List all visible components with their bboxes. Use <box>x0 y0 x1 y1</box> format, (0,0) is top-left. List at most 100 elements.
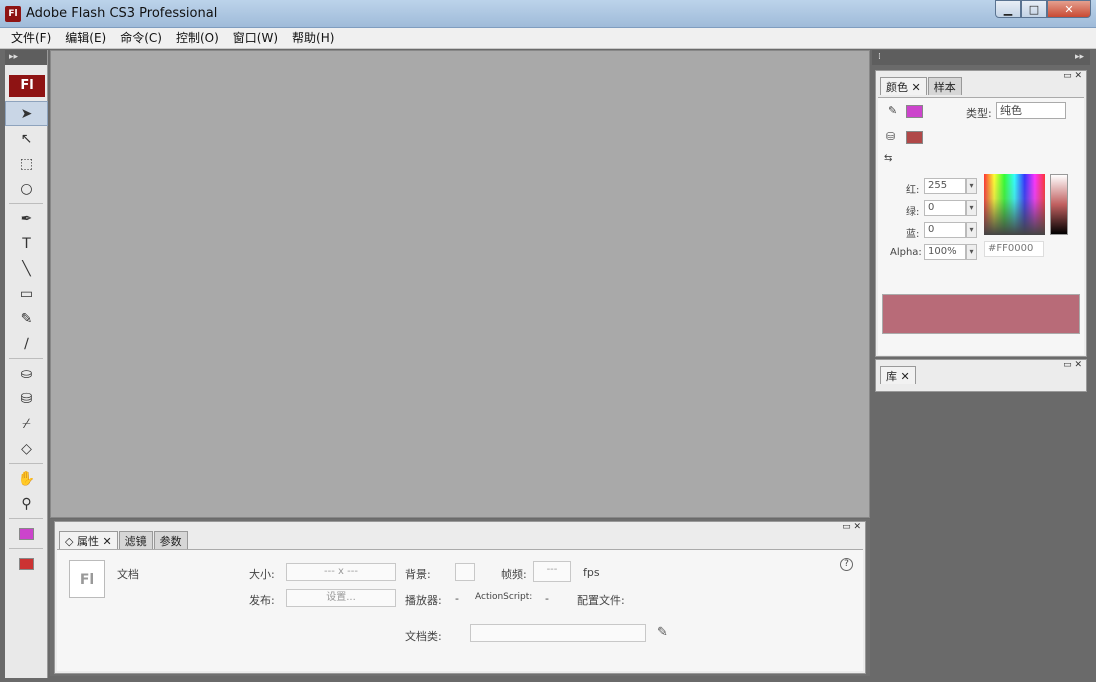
publish-label: 发布: <box>249 594 275 607</box>
background-label: 背景: <box>405 568 431 581</box>
properties-tabs: ◇ 属性 ✕ 滤镜 参数 <box>59 531 865 549</box>
menu-window[interactable]: 窗口(W) <box>226 28 285 49</box>
brightness-slider[interactable] <box>1050 174 1068 235</box>
stroke-color-box[interactable] <box>906 105 923 118</box>
rectangle-tool-icon[interactable]: ▭ <box>5 281 48 306</box>
tool-divider <box>9 358 43 359</box>
settings-button[interactable]: 设置... <box>286 589 396 607</box>
alpha-input[interactable]: 100% <box>924 244 966 260</box>
stroke-pencil-icon: ✎ <box>888 104 898 117</box>
tool-divider <box>9 203 43 204</box>
red-input[interactable]: 255 <box>924 178 966 194</box>
stroke-color-chip <box>19 527 34 540</box>
text-tool-icon[interactable]: T <box>5 231 48 256</box>
color-panel-controls[interactable]: ▭ ✕ <box>1063 71 1082 81</box>
tab-filters[interactable]: 滤镜 <box>118 531 153 549</box>
green-label: 绿: <box>906 207 920 218</box>
close-button[interactable]: ✕ <box>1047 0 1091 18</box>
pencil-tool-icon[interactable]: ✎ <box>5 306 48 331</box>
background-color-swatch[interactable] <box>455 563 475 581</box>
menu-bar: 文件(F) 编辑(E) 命令(C) 控制(O) 窗口(W) 帮助(H) <box>0 28 1096 49</box>
tab-color[interactable]: 颜色 ✕ <box>880 77 927 95</box>
stage-area[interactable] <box>50 50 870 518</box>
menu-control[interactable]: 控制(O) <box>169 28 226 49</box>
size-label: 大小: <box>249 568 275 581</box>
tools-panel: ▸▸ Fl ➤ ↖ ⬚ ○ ✒ T ╲ ▭ ✎ ∕ ⛀ ⛁ ⌿ ◇ ✋ ⚲ <box>5 50 48 678</box>
help-icon[interactable]: ? <box>840 558 853 571</box>
color-panel-tabs: 颜色 ✕ 样本 <box>880 77 1086 95</box>
color-spectrum[interactable] <box>984 174 1045 235</box>
type-label: 类型: <box>966 107 992 120</box>
tab-properties[interactable]: ◇ 属性 ✕ <box>59 531 118 549</box>
pen-tool-icon[interactable]: ✒ <box>5 206 48 231</box>
menu-help[interactable]: 帮助(H) <box>285 28 341 49</box>
library-panel-tabs: 库 ✕ <box>880 366 1086 384</box>
type-select[interactable]: 纯色 <box>996 102 1066 119</box>
line-tool-icon[interactable]: ╲ <box>5 256 48 281</box>
document-class-label: 文档类: <box>405 630 442 643</box>
eraser-tool-icon[interactable]: ◇ <box>5 436 48 461</box>
document-icon: Fl <box>69 560 105 598</box>
fill-color-box[interactable] <box>906 131 923 144</box>
hex-input[interactable]: #FF0000 <box>984 241 1044 257</box>
flash-app-icon: Fl <box>5 6 21 22</box>
stroke-color-swatch[interactable] <box>5 521 48 546</box>
free-transform-tool-icon[interactable]: ⬚ <box>5 151 48 176</box>
tool-divider <box>9 463 43 464</box>
library-panel: ▭ ✕ 库 ✕ <box>875 359 1087 392</box>
window-controls: ▁ □ ✕ <box>995 0 1091 20</box>
blue-dropdown[interactable]: ▾ <box>966 222 977 238</box>
document-label: 文档 <box>117 568 139 581</box>
actionscript-value: - <box>545 592 549 605</box>
blue-label: 蓝: <box>906 229 920 240</box>
eyedropper-tool-icon[interactable]: ⌿ <box>5 411 48 436</box>
menu-edit[interactable]: 编辑(E) <box>58 28 113 49</box>
fill-color-swatch[interactable] <box>5 551 48 576</box>
library-panel-controls[interactable]: ▭ ✕ <box>1063 360 1082 370</box>
fill-color-chip <box>19 557 34 570</box>
right-dock-header[interactable]: ⁞ ▸▸ <box>872 50 1090 65</box>
blue-input[interactable]: 0 <box>924 222 966 238</box>
tab-library[interactable]: 库 ✕ <box>880 366 916 384</box>
edit-pencil-icon[interactable]: ✎ <box>657 625 668 640</box>
framerate-label: 帧频: <box>501 568 527 581</box>
brush-tool-icon[interactable]: ∕ <box>5 331 48 356</box>
actionscript-label: ActionScript: <box>475 592 533 602</box>
lasso-tool-icon[interactable]: ○ <box>5 176 48 201</box>
ink-bottle-tool-icon[interactable]: ⛀ <box>5 361 48 386</box>
fps-label: fps <box>583 566 600 579</box>
alpha-dropdown[interactable]: ▾ <box>966 244 977 260</box>
framerate-input[interactable]: --- <box>533 561 571 582</box>
properties-panel-controls[interactable]: ▭ ✕ <box>55 522 865 532</box>
right-panel-dock: ⁞ ▸▸ ▭ ✕ 颜色 ✕ 样本 ✎ 类型: 纯色 ⛁ ⇆ 红: 255 ▾ 绿… <box>872 50 1090 678</box>
menu-file[interactable]: 文件(F) <box>4 28 58 49</box>
tool-divider <box>9 518 43 519</box>
profile-label: 配置文件: <box>577 594 625 607</box>
color-panel: ▭ ✕ 颜色 ✕ 样本 ✎ 类型: 纯色 ⛁ ⇆ 红: 255 ▾ 绿: 0 ▾… <box>875 70 1087 357</box>
swap-colors-icon[interactable]: ⇆ <box>884 153 892 164</box>
green-input[interactable]: 0 <box>924 200 966 216</box>
fill-bucket-icon: ⛁ <box>886 130 896 143</box>
color-panel-body: ✎ 类型: 纯色 ⛁ ⇆ 红: 255 ▾ 绿: 0 ▾ 蓝: 0 ▾ Alph… <box>878 97 1084 355</box>
paint-bucket-tool-icon[interactable]: ⛁ <box>5 386 48 411</box>
tools-panel-header[interactable]: ▸▸ <box>5 50 47 65</box>
red-dropdown[interactable]: ▾ <box>966 178 977 194</box>
green-dropdown[interactable]: ▾ <box>966 200 977 216</box>
title-bar: Fl Adobe Flash CS3 Professional ▁ □ ✕ <box>0 0 1096 28</box>
dock-grip-icon: ⁞ <box>878 52 881 62</box>
menu-commands[interactable]: 命令(C) <box>113 28 169 49</box>
properties-panel-dock: ▭ ✕ ◇ 属性 ✕ 滤镜 参数 Fl 文档 大小: --- x --- 背景:… <box>50 519 870 676</box>
tool-divider <box>9 548 43 549</box>
subselection-tool-icon[interactable]: ↖ <box>5 126 48 151</box>
tab-parameters[interactable]: 参数 <box>153 531 188 549</box>
zoom-tool-icon[interactable]: ⚲ <box>5 491 48 516</box>
properties-body: Fl 文档 大小: --- x --- 背景: 帧频: --- fps 发布: … <box>57 549 863 671</box>
tab-swatches[interactable]: 样本 <box>927 77 962 95</box>
color-preview <box>882 294 1080 334</box>
document-class-input[interactable] <box>470 624 646 642</box>
selection-tool-icon[interactable]: ➤ <box>5 101 48 126</box>
size-button[interactable]: --- x --- <box>286 563 396 581</box>
minimize-button[interactable]: ▁ <box>995 0 1021 18</box>
maximize-button[interactable]: □ <box>1021 0 1047 18</box>
hand-tool-icon[interactable]: ✋ <box>5 466 48 491</box>
